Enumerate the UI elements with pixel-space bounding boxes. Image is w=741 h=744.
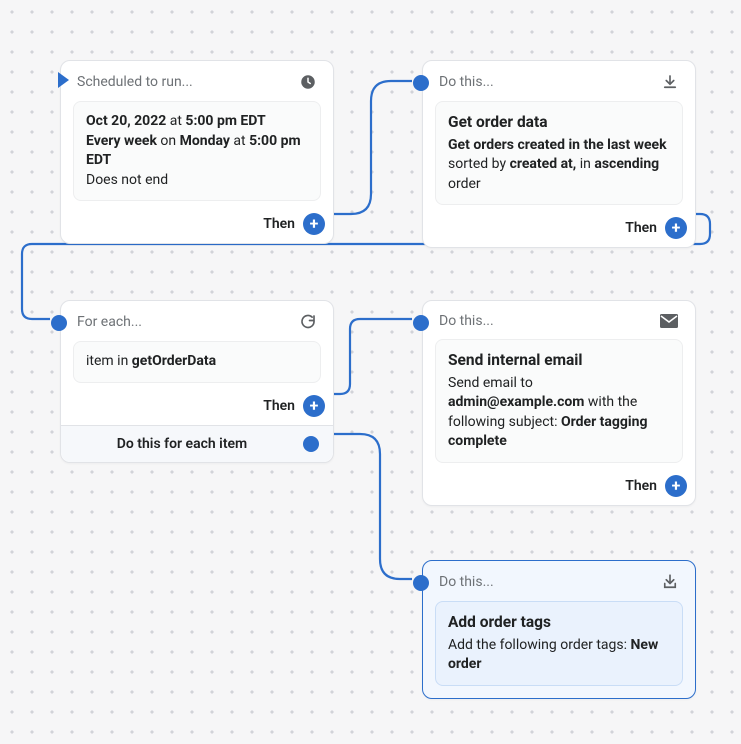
- node-head-label: Do this...: [439, 74, 651, 90]
- node-body: Get order data Get orders created in the…: [435, 101, 683, 205]
- add-step-button[interactable]: +: [665, 475, 687, 497]
- foreach-sub-label: Do this for each item: [75, 436, 289, 452]
- then-label: Then: [263, 216, 295, 232]
- input-port: [51, 315, 67, 331]
- then-label: Then: [263, 398, 295, 414]
- clock-icon: [299, 73, 317, 91]
- node-head-label: Do this...: [439, 574, 651, 590]
- node-head-label: Do this...: [439, 313, 649, 329]
- node-body: Add order tags Add the following order t…: [435, 601, 683, 686]
- node-add-order-tags[interactable]: Do this... Add order tags Add the follow…: [422, 560, 696, 699]
- node-body: Oct 20, 2022 at 5:00 pm EDT Every week o…: [73, 101, 321, 201]
- loop-icon: [299, 313, 317, 331]
- input-port: [413, 315, 429, 331]
- node-then[interactable]: Then +: [61, 213, 333, 243]
- download-icon: [661, 73, 679, 91]
- node-for-each[interactable]: For each... item in getOrderData Then + …: [60, 300, 334, 463]
- node-then[interactable]: Then +: [61, 395, 333, 425]
- node-send-email[interactable]: Do this... Send internal email Send emai…: [422, 300, 696, 506]
- node-body: item in getOrderData: [73, 341, 321, 383]
- node-body: Send internal email Send email to admin@…: [435, 339, 683, 463]
- output-port: [303, 436, 319, 452]
- node-head-label: Scheduled to run...: [77, 74, 289, 90]
- add-step-button[interactable]: +: [303, 395, 325, 417]
- for-each-sub-branch[interactable]: Do this for each item: [61, 425, 333, 462]
- then-label: Then: [625, 478, 657, 494]
- node-scheduled-trigger[interactable]: Scheduled to run... Oct 20, 2022 at 5:00…: [60, 60, 334, 244]
- input-port: [413, 75, 429, 91]
- node-head-label: For each...: [77, 314, 289, 330]
- email-icon: [659, 313, 679, 329]
- play-icon: [55, 71, 71, 89]
- then-label: Then: [625, 220, 657, 236]
- node-get-order-data[interactable]: Do this... Get order data Get orders cre…: [422, 60, 696, 248]
- input-port: [413, 575, 429, 591]
- node-then[interactable]: Then +: [423, 217, 695, 247]
- import-icon: [661, 573, 679, 591]
- node-then[interactable]: Then +: [423, 475, 695, 505]
- add-step-button[interactable]: +: [665, 217, 687, 239]
- add-step-button[interactable]: +: [303, 213, 325, 235]
